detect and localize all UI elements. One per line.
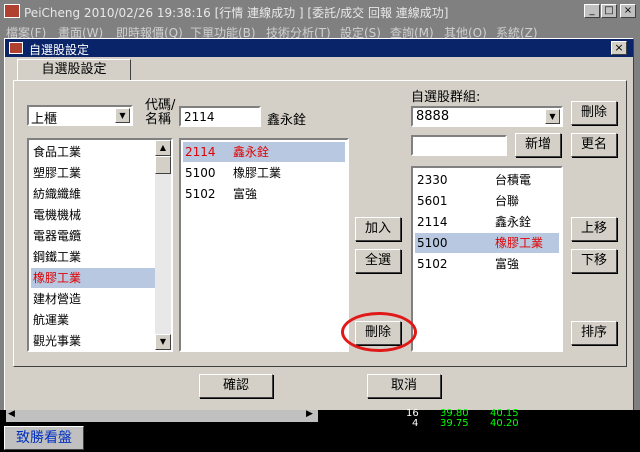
watchlist-name: 鑫永銓 [495,215,532,229]
group-select-value: 8888 [416,109,450,124]
minimize-button[interactable]: _ [584,4,600,18]
rename-group-button[interactable]: 更名 [571,133,617,157]
scroll-right-icon[interactable]: ▶ [306,409,313,419]
list-item[interactable]: 建材營造 [31,289,155,309]
stock-row[interactable]: 5100 橡膠工業 [183,163,345,183]
market-select[interactable]: 上櫃 ▼ [27,105,133,127]
group-label: 自選股群組: [411,90,481,105]
watchlist-name: 富強 [495,257,520,271]
watchlist-code: 5100 [417,236,448,250]
watchlist-dialog: 自選股設定 × 自選股設定 上櫃 ▼ 代碼/ 名稱 2114 鑫永銓 自選股群組… [4,38,634,412]
scroll-up-icon[interactable]: ▲ [155,140,171,156]
stock-row[interactable]: 5102 富強 [183,184,345,204]
list-item[interactable]: 電機機械 [31,205,155,225]
list-item[interactable]: 航運業 [31,310,155,330]
delete-group-button[interactable]: 刪除 [571,101,617,125]
watchlist-row-selected[interactable]: 5100 橡膠工業 [415,233,559,253]
move-down-button[interactable]: 下移 [571,249,617,273]
scroll-thumb[interactable] [155,156,171,174]
app-title: PeiCheng 2010/02/26 19:38:16 [行情 連線成功 ] … [24,6,449,20]
list-item[interactable]: 紡織纖維 [31,184,155,204]
stock-name: 橡膠工業 [233,166,282,180]
watchlist-row[interactable]: 2330 台積電 [415,170,559,190]
code-name-label: 代碼/ 名稱 [145,99,175,127]
stock-name: 鑫永銓 [233,145,270,159]
sort-button[interactable]: 排序 [571,321,617,345]
taskbar [0,426,640,452]
stock-name: 富強 [233,187,258,201]
move-up-button[interactable]: 上移 [571,217,617,241]
dialog-icon [9,42,23,54]
chevron-down-icon[interactable]: ▼ [115,108,130,123]
stock-code: 2114 [185,145,216,159]
industry-list[interactable]: 食品工業 塑膠工業 紡織纖維 電機機械 電器電纜 鋼鐵工業 橡膠工業 建材營造 … [27,138,173,352]
watchlist-code: 5601 [417,194,448,208]
watchlist-row[interactable]: 2114 鑫永銓 [415,212,559,232]
stock-row-selected[interactable]: 2114 鑫永銓 [183,142,345,162]
watchlist-list[interactable]: 2330 台積電 5601 台聯 2114 鑫永銓 5100 橡膠工業 5102 富強 [411,166,563,352]
add-group-button[interactable]: 新增 [515,133,561,157]
select-all-button[interactable]: 全選 [355,249,401,273]
industry-scrollbar[interactable]: ▲ ▼ [155,140,171,350]
list-item[interactable]: 鋼鐵工業 [31,247,155,267]
horizontal-scrollbar[interactable]: ◀ ▶ [6,409,318,422]
list-item[interactable]: 觀光事業 [31,331,155,351]
watchlist-name: 台積電 [495,173,532,187]
app-icon [4,4,20,18]
code-label-line1: 代碼/ [145,98,176,113]
watchlist-name: 台聯 [495,194,520,208]
taskbar-app-button[interactable]: 致勝看盤 [4,426,84,450]
stock-list[interactable]: 2114 鑫永銓 5100 橡膠工業 5102 富強 [179,138,349,352]
code-input-value: 2114 [184,110,215,124]
group-select[interactable]: 8888 ▼ [411,106,563,127]
dialog-title: 自選股設定 [29,43,90,57]
scroll-down-icon[interactable]: ▼ [155,334,171,350]
watchlist-code: 2114 [417,215,448,229]
stock-code: 5100 [185,166,216,180]
close-app-button[interactable]: × [620,4,636,18]
code-label-line2: 名稱 [145,112,172,127]
chevron-down-icon[interactable]: ▼ [545,109,560,124]
watchlist-code: 5102 [417,257,448,271]
market-select-value: 上櫃 [31,112,58,127]
stock-code: 5102 [185,187,216,201]
cancel-button[interactable]: 取消 [367,374,441,398]
watchlist-code: 2330 [417,173,448,187]
list-item[interactable]: 塑膠工業 [31,163,155,183]
watchlist-row[interactable]: 5102 富強 [415,254,559,274]
list-item-selected[interactable]: 橡膠工業 [31,268,155,288]
highlight-circle [341,312,417,352]
list-item[interactable]: 電器電纜 [31,226,155,246]
code-stock-name: 鑫永銓 [267,113,307,128]
code-input[interactable]: 2114 [179,106,261,127]
maximize-button[interactable]: □ [601,4,617,18]
watchlist-row[interactable]: 5601 台聯 [415,191,559,211]
add-button[interactable]: 加入 [355,217,401,241]
ok-button[interactable]: 確認 [199,374,273,398]
scroll-left-icon[interactable]: ◀ [8,409,15,419]
list-item[interactable]: 食品工業 [31,142,155,162]
dialog-close-button[interactable]: × [611,41,627,55]
dialog-title-bar: 自選股設定 × [5,39,633,57]
watchlist-name: 橡膠工業 [495,236,544,250]
new-group-input[interactable] [411,135,507,156]
tab-watchlist-settings[interactable]: 自選股設定 [17,59,131,81]
app-title-bar: PeiCheng 2010/02/26 19:38:16 [行情 連線成功 ] … [0,0,640,22]
